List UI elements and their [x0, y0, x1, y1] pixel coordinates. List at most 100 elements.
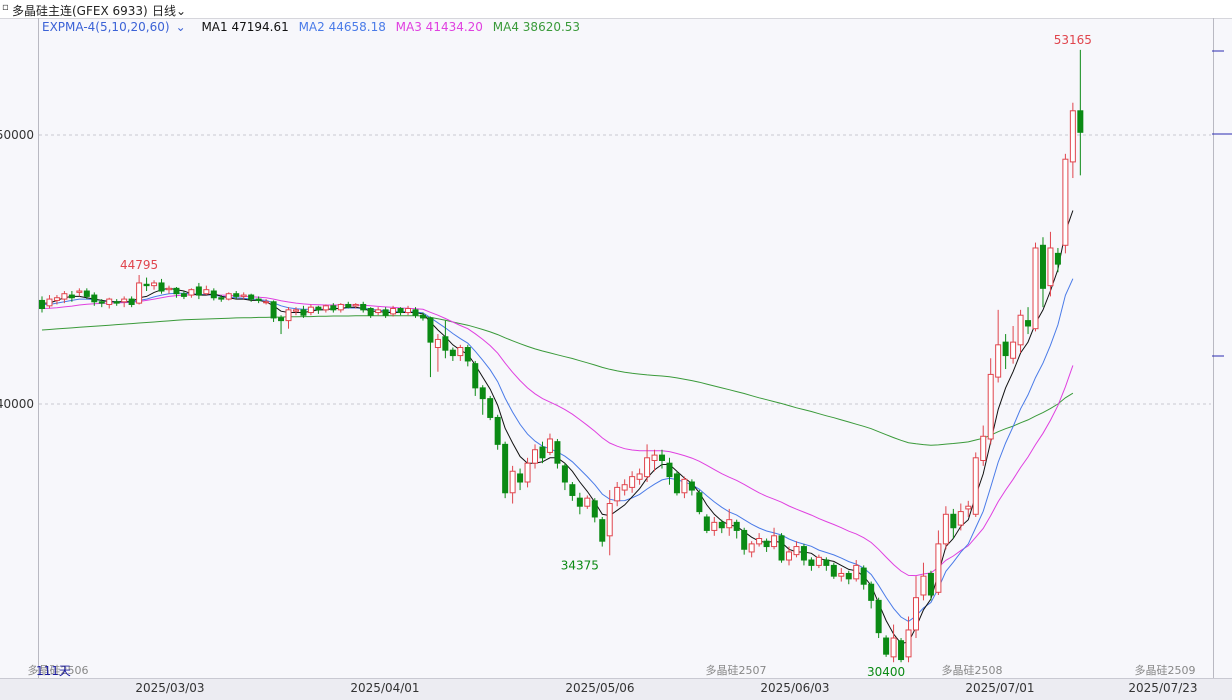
price-annotation: 30400 [867, 665, 905, 679]
x-tick-label: 2025/05/06 [565, 681, 634, 695]
candle-body [68, 294, 75, 299]
candle-body [494, 416, 501, 445]
candle-body [1032, 247, 1039, 330]
candle-body [188, 289, 195, 296]
candle-body [233, 293, 240, 297]
candle-body [83, 290, 90, 297]
candle-body [659, 454, 666, 461]
candle-body [1047, 247, 1054, 287]
candle-body [419, 314, 426, 319]
candle-body [502, 443, 509, 494]
candle-body [1054, 252, 1061, 265]
candle-body [681, 478, 688, 494]
candle-body [883, 637, 890, 655]
candle-body [322, 305, 329, 311]
candle-body [606, 503, 613, 537]
candle-body [143, 283, 150, 287]
candle-body [464, 347, 471, 362]
candle-body [352, 303, 359, 307]
candle-body [382, 309, 389, 316]
candle-body [584, 497, 591, 507]
x-tick-label: 2025/06/03 [760, 681, 829, 695]
candle-body [569, 484, 576, 496]
candle-body [39, 299, 45, 310]
candle-body [76, 290, 83, 293]
candle-body [942, 513, 949, 545]
candle-body [995, 344, 1002, 378]
candle-body [614, 486, 621, 502]
candle-body [509, 470, 516, 494]
candle-body [823, 559, 830, 566]
candle-body [1002, 341, 1009, 357]
candle-body [53, 297, 60, 301]
candle-body [539, 446, 546, 459]
x-tick-label: 2025/04/01 [350, 681, 419, 695]
candle-body [688, 481, 695, 491]
candlestick-chart[interactable]: 40000 50000 2025/03/03 2025/04/01 2025/05/06… [0, 0, 1232, 699]
candle-body [629, 476, 636, 488]
candle-body [561, 465, 568, 483]
candle-body [412, 309, 419, 316]
candle-body [927, 572, 934, 596]
candle-body [972, 457, 979, 515]
candle-body [210, 290, 217, 299]
candle-body [703, 516, 710, 531]
ma3-line [41, 294, 1074, 577]
candle-body [472, 363, 479, 389]
candle-body [330, 305, 337, 311]
candle-body [479, 387, 486, 400]
candle-body [636, 473, 643, 480]
candle-body [300, 309, 307, 316]
candle-body [225, 293, 232, 300]
candle-body [487, 398, 494, 418]
y-tick-label: 50000 [0, 128, 34, 142]
price-annotation: 34375 [561, 558, 599, 572]
candle-body [673, 473, 680, 494]
candle-body [278, 317, 285, 322]
candle-body [427, 317, 434, 343]
y-tick-label: 40000 [0, 397, 34, 411]
candle-body [292, 309, 299, 312]
candle-body [912, 597, 919, 631]
candle-body [180, 293, 187, 297]
x-tick-label: 2025/07/23 [1128, 681, 1197, 695]
candle-body [830, 564, 837, 577]
candle-body [644, 457, 651, 478]
candle-body [195, 286, 202, 296]
candle-body [920, 575, 927, 596]
candle-body [808, 559, 815, 566]
candle-body [845, 572, 852, 580]
candle-body [576, 497, 583, 507]
candle-body [457, 347, 464, 357]
candle-body [98, 301, 105, 304]
candle-body [263, 301, 270, 304]
candle-body [651, 454, 658, 461]
candle-body [255, 298, 262, 301]
candle-body [532, 449, 539, 464]
candle-body [218, 297, 225, 300]
candle-body [405, 308, 412, 314]
candle-body [203, 289, 210, 295]
candle-body [61, 293, 68, 300]
candle-body [307, 306, 314, 314]
candle-body [591, 500, 598, 518]
price-annotation: 53165 [1054, 33, 1092, 47]
candle-body [890, 637, 897, 658]
candle-body [935, 543, 942, 593]
candle-body [1039, 244, 1046, 289]
candle-body [1062, 158, 1069, 246]
candle-body [838, 572, 845, 577]
candle-body [128, 298, 135, 305]
candle-body [898, 640, 905, 661]
candle-body [957, 511, 964, 526]
ma4-line [41, 315, 1074, 446]
candle-body [151, 282, 158, 287]
candle-body [517, 473, 524, 483]
ma1-line [42, 210, 1074, 644]
candle-body [121, 298, 128, 303]
x-tick-label: 2025/03/03 [135, 681, 204, 695]
candle-body [756, 538, 763, 545]
candle-body [853, 564, 860, 580]
candle-body [711, 521, 718, 531]
candle-body [1077, 110, 1084, 133]
